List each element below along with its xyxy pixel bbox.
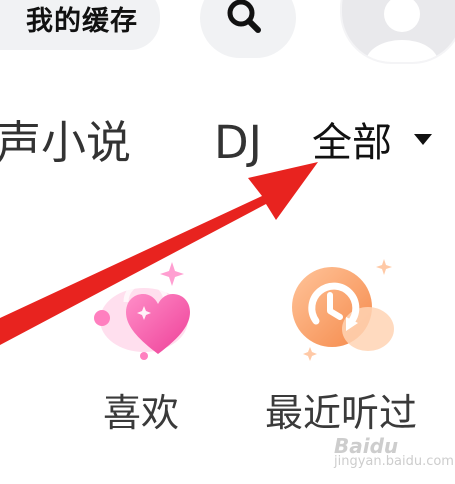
heart-icon[interactable]: [86, 258, 206, 368]
baidu-watermark: Baidu jingyan.baidu.com: [334, 434, 454, 470]
watermark-brand: Baidu: [334, 434, 399, 458]
recently-played-label[interactable]: 最近听过: [265, 388, 417, 438]
likes-label[interactable]: 喜欢: [103, 388, 179, 438]
screen: 我的缓存 声小说 DJ 全部 喜欢 最近听过 Baidu jingyan.bai…: [0, 0, 455, 484]
clock-history-icon[interactable]: [288, 255, 408, 365]
watermark-url: jingyan.baidu.com: [334, 454, 454, 469]
